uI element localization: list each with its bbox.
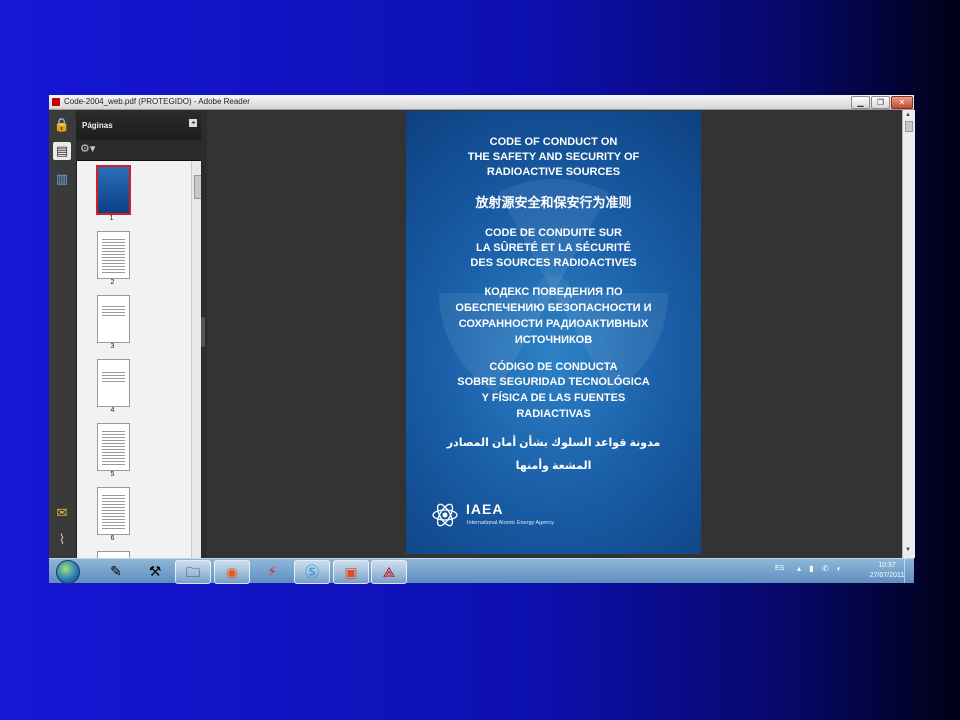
show-desktop-button[interactable] — [904, 559, 915, 583]
title-es-line-4: RADIACTIVAS — [516, 408, 591, 420]
scroll-down-arrow-icon[interactable]: ▼ — [905, 547, 911, 553]
options-menu-button[interactable]: ⚙▾ — [80, 142, 95, 155]
title-es-line-1: CÓDIGO DE CONDUCTA — [489, 361, 618, 373]
taskbar-app-skype[interactable]: Ⓢ — [294, 560, 330, 584]
page-thumbnail-4[interactable] — [97, 359, 130, 407]
pages-icon[interactable]: ▤ — [53, 142, 71, 160]
window-title: Code-2004_web.pdf (PROTEGIDO) - Adobe Re… — [64, 97, 250, 106]
language-indicator[interactable]: ES — [775, 565, 784, 572]
windows-taskbar: ✎ ⚒ 🗀 ◉ ⚡ Ⓢ ▣ ⟁ ES ▴ ▮ ✆ ◐ 10:37 27/07/2… — [49, 558, 915, 584]
title-fr-line-2: LA SÛRETÉ ET LA SÉCURITÉ — [475, 242, 632, 254]
thumbnail-list[interactable]: 1 2 3 4 5 6 — [77, 161, 191, 558]
page-number: 6 — [110, 535, 115, 542]
page-number: 2 — [110, 279, 115, 286]
title-ru-line-1: КОДЕКС ПОВЕДЕНИЯ ПО — [484, 286, 623, 298]
title-zh: 放射源安全和保安行为准则 — [475, 195, 632, 210]
taskbar-app-filezilla[interactable]: ⚡ — [255, 560, 289, 582]
splitter-grip[interactable] — [201, 317, 205, 347]
title-bar[interactable]: Code-2004_web.pdf (PROTEGIDO) - Adobe Re… — [49, 95, 914, 110]
pages-panel: Páginas ◂ ⚙▾ 1 2 3 4 5 6 — [77, 110, 202, 558]
taskbar-app-explorer[interactable]: 🗀 — [175, 560, 211, 584]
title-en-line-1: CODE OF CONDUCT ON — [489, 136, 618, 148]
pages-panel-title: Páginas — [82, 121, 113, 130]
page-thumbnail-1[interactable] — [96, 165, 131, 215]
page-thumbnail-5[interactable] — [97, 423, 130, 471]
document-scrollbar-thumb[interactable] — [905, 121, 913, 132]
page-thumbnail-6[interactable] — [97, 487, 130, 535]
pdf-cover-page[interactable]: CODE OF CONDUCT ON THE SAFETY AND SECURI… — [406, 111, 701, 554]
adobe-reader-window: Code-2004_web.pdf (PROTEGIDO) - Adobe Re… — [49, 95, 915, 558]
minimize-button[interactable]: ▁ — [851, 96, 870, 109]
page-number: 3 — [110, 343, 115, 350]
pages-panel-toolbar: ⚙▾ — [77, 140, 201, 161]
document-scrollbar[interactable] — [902, 110, 915, 558]
title-en-line-3: RADIOACTIVE SOURCES — [486, 166, 621, 178]
page-thumbnail-3[interactable] — [97, 295, 130, 343]
lock-icon[interactable]: 🔒 — [53, 116, 71, 134]
title-es-line-3: Y FÍSICA DE LAS FUENTES — [481, 392, 626, 404]
title-ar-line-2: المشعة وأمنها — [515, 460, 592, 472]
title-ar-line-1: مدونة قواعد السلوك بشأن أمان المصادر — [446, 437, 661, 449]
title-ru-line-3: СОХРАННОСТИ РАДИОАКТИВНЫХ — [458, 318, 649, 330]
page-number: 4 — [110, 407, 115, 414]
iaea-logo-icon — [432, 503, 458, 527]
taskbar-app-tools[interactable]: ⚒ — [138, 560, 172, 582]
iaea-wordmark: IAEA — [466, 501, 504, 517]
iaea-full-name: International Atomic Energy Agency — [467, 520, 554, 526]
title-fr-line-1: CODE DE CONDUITE SUR — [485, 227, 622, 239]
bookmarks-icon[interactable]: ▥ — [53, 170, 71, 188]
scroll-up-arrow-icon[interactable]: ▲ — [905, 112, 911, 118]
title-es-line-2: SOBRE SEGURIDAD TECNOLÓGICA — [457, 376, 650, 388]
title-fr-line-3: DES SOURCES RADIOACTIVES — [470, 257, 637, 269]
title-ru-line-2: ОБЕСПЕЧЕНИЮ БЕЗОПАСНОСТИ И — [455, 302, 652, 314]
taskbar-app-firefox[interactable]: ◉ — [214, 560, 250, 584]
page-thumbnail-7[interactable] — [97, 551, 130, 558]
close-button[interactable]: ✕ — [891, 96, 913, 109]
title-ru-line-4: ИСТОЧНИКОВ — [514, 334, 593, 346]
adobe-reader-icon — [52, 98, 60, 106]
maximize-button[interactable]: ❐ — [871, 96, 890, 109]
page-number: 1 — [109, 215, 114, 222]
page-number: 5 — [110, 471, 115, 478]
pages-panel-header: Páginas ◂ — [77, 110, 201, 140]
navigation-toolbar: 🔒 ▤ ▥ ✉ ⌇ — [49, 110, 77, 558]
attachment-icon[interactable]: ⌇ — [53, 530, 71, 548]
taskbar-app-paint[interactable]: ✎ — [99, 560, 133, 582]
page-thumbnail-2[interactable] — [97, 231, 130, 279]
taskbar-app-office[interactable]: ▣ — [333, 560, 369, 584]
comment-icon[interactable]: ✉ — [53, 504, 71, 522]
tray-icons[interactable]: ▴ ▮ ✆ ◐ — [797, 564, 845, 573]
title-en-line-2: THE SAFETY AND SECURITY OF — [467, 151, 640, 163]
taskbar-app-adobe-reader[interactable]: ⟁ — [371, 560, 407, 584]
start-button[interactable] — [56, 560, 80, 584]
panel-collapse-button[interactable]: ◂ — [189, 119, 197, 127]
